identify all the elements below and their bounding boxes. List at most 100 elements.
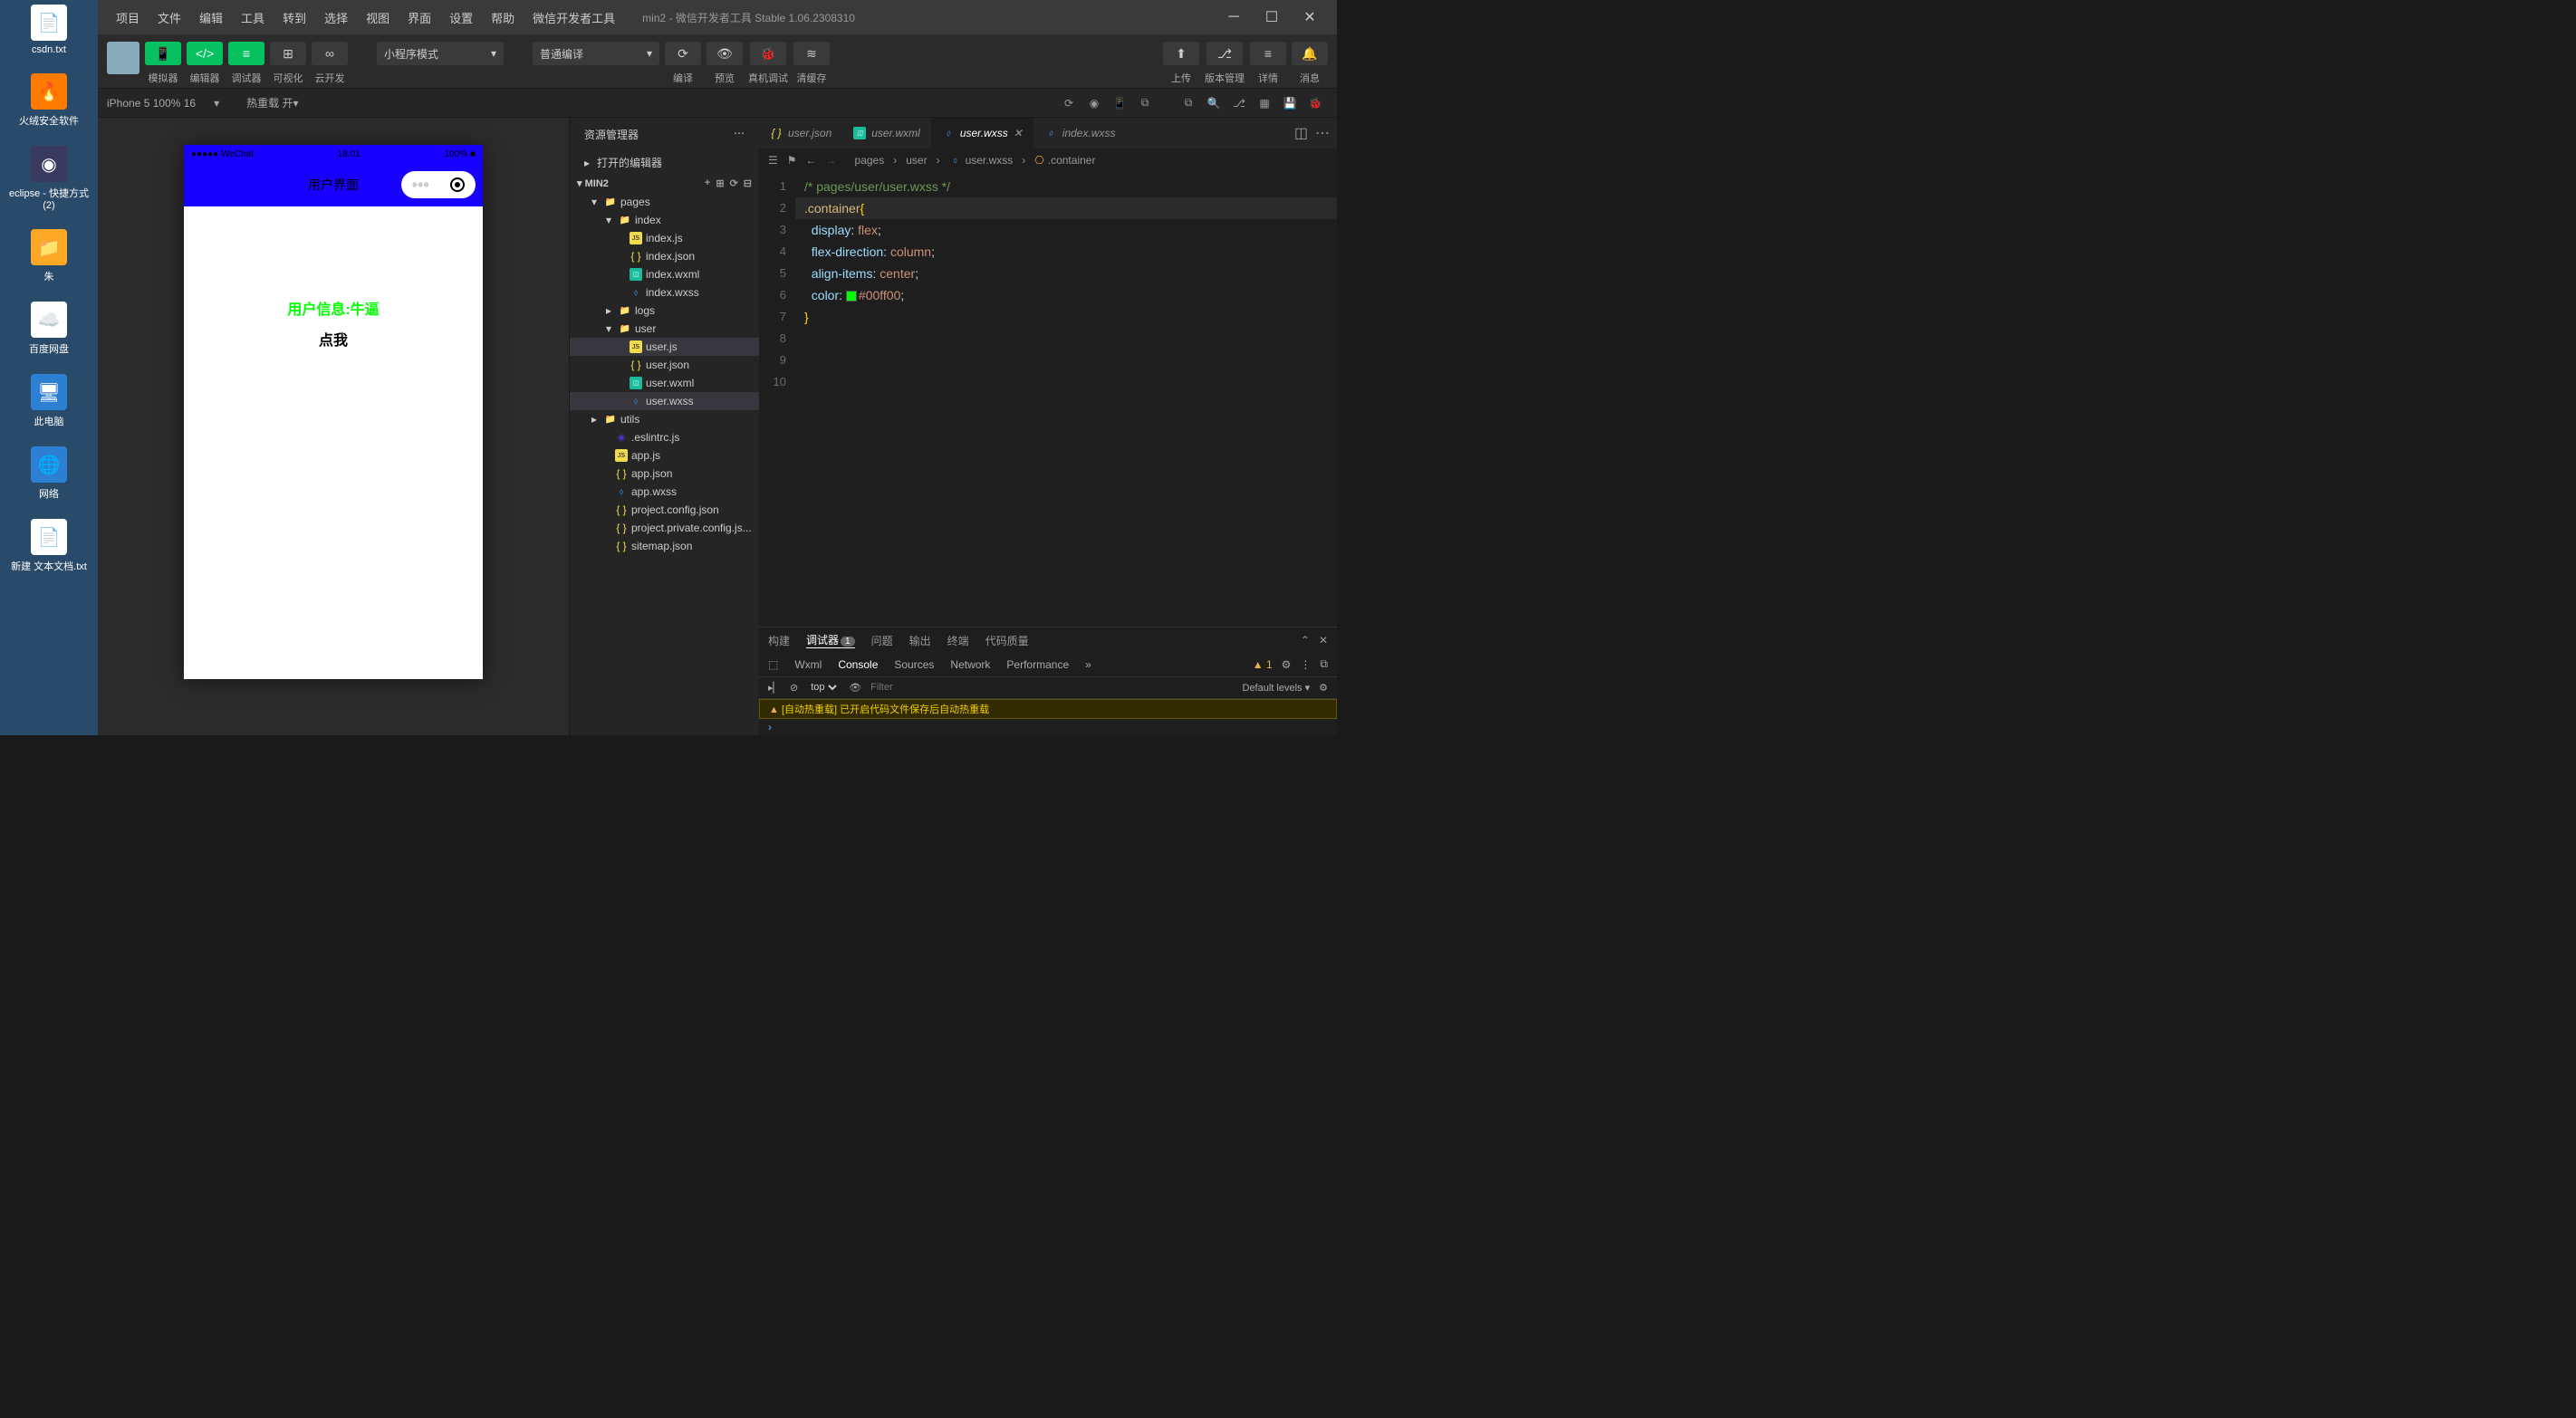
ptab-output[interactable]: 输出 (909, 633, 931, 648)
compile-select[interactable]: 普通编译▾ (533, 42, 659, 65)
desktop-icon-eclipse[interactable]: ◉eclipse - 快捷方式 (2) (0, 146, 98, 211)
menu-file[interactable]: 文件 (149, 9, 190, 26)
refresh-icon[interactable]: ⟳ (1056, 91, 1081, 116)
tab-user-json[interactable]: { }user.json (759, 118, 842, 149)
dtab-network[interactable]: Network (950, 658, 990, 671)
menu-wechat[interactable]: 微信开发者工具 (524, 9, 624, 26)
desktop-icon-zhu[interactable]: 📁朱 (0, 229, 98, 283)
cloud-button[interactable]: ∞云开发 (312, 42, 348, 85)
file-user-wxml[interactable]: ◫user.wxml (570, 374, 759, 392)
phone-icon[interactable]: 📱 (1107, 91, 1132, 116)
user-avatar[interactable] (107, 42, 139, 74)
menu-goto[interactable]: 转到 (274, 9, 315, 26)
desktop-icon-newtxt[interactable]: 📄新建 文本文档.txt (0, 519, 98, 573)
tab-index-wxss[interactable]: ⬨index.wxss (1033, 118, 1127, 149)
file-app-wxss[interactable]: ⬨app.wxss (570, 483, 759, 501)
back-icon[interactable]: ← (806, 154, 817, 167)
code-content[interactable]: /* pages/user/user.wxss */ .container{ d… (795, 172, 1337, 627)
eye-icon[interactable]: 👁 (849, 682, 861, 694)
menu-help[interactable]: 帮助 (482, 9, 524, 26)
tab-user-wxml[interactable]: ◫user.wxml (842, 118, 931, 149)
more-icon[interactable]: ⋯ (1315, 124, 1330, 142)
crumb-user[interactable]: user (906, 154, 927, 167)
open-editors-section[interactable]: ▸ 打开的编辑器 (570, 151, 759, 174)
file-index-json[interactable]: { }index.json (570, 247, 759, 265)
clear-console-icon[interactable]: ⊘ (790, 682, 798, 694)
gear-icon[interactable]: ⚙ (1319, 682, 1328, 694)
dtab-wxml[interactable]: Wxml (794, 658, 822, 671)
dock-icon[interactable]: ⧉ (1320, 657, 1328, 671)
file-index-js[interactable]: JSindex.js (570, 229, 759, 247)
version-button[interactable]: ⎇版本管理 (1205, 42, 1245, 85)
split-icon[interactable]: ◫ (1294, 124, 1308, 142)
mode-select[interactable]: 小程序模式▾ (377, 42, 504, 65)
copy-icon[interactable]: ⧉ (1176, 91, 1201, 116)
dtab-sources[interactable]: Sources (894, 658, 934, 671)
preview-button[interactable]: 👁预览 (706, 42, 743, 85)
file-project-private[interactable]: { }project.private.config.js... (570, 519, 759, 537)
more-icon[interactable]: ⋯ (734, 127, 745, 142)
folder-logs[interactable]: ▸📁logs (570, 302, 759, 320)
file-user-wxss[interactable]: ⬨user.wxss (570, 392, 759, 410)
menu-interface[interactable]: 界面 (399, 9, 440, 26)
menu-tools[interactable]: 工具 (232, 9, 274, 26)
kebab-icon[interactable]: ⋮ (1300, 658, 1311, 671)
menu-edit[interactable]: 编辑 (190, 9, 232, 26)
target-icon[interactable] (450, 177, 465, 192)
phone-capsule[interactable]: ••• (401, 171, 476, 198)
refresh-icon[interactable]: ⟳ (730, 177, 738, 189)
file-user-js[interactable]: JSuser.js (570, 338, 759, 356)
bookmark-icon[interactable]: ⚑ (787, 154, 797, 167)
list-icon[interactable]: ☰ (768, 154, 778, 167)
blocks-icon[interactable]: ▦ (1252, 91, 1277, 116)
collapse-icon[interactable]: ⊟ (744, 177, 752, 189)
file-app-js[interactable]: JSapp.js (570, 446, 759, 465)
branch-icon[interactable]: ⎇ (1226, 91, 1252, 116)
filter-input[interactable] (870, 682, 1233, 693)
folder-user[interactable]: ▾📁user (570, 320, 759, 338)
upload-button[interactable]: ⬆上传 (1163, 42, 1199, 85)
dtab-performance[interactable]: Performance (1006, 658, 1069, 671)
folder-index[interactable]: ▾📁index (570, 211, 759, 229)
levels-dropdown[interactable]: Default levels ▾ (1243, 682, 1311, 694)
desktop-icon-thispc[interactable]: 🖥此电脑 (0, 374, 98, 428)
desktop-icon-csdn[interactable]: 📄csdn.txt (0, 5, 98, 55)
ptab-build[interactable]: 构建 (768, 633, 790, 648)
file-user-json[interactable]: { }user.json (570, 356, 759, 374)
new-file-icon[interactable]: + (705, 177, 710, 189)
inspect-icon[interactable]: ⬚ (768, 658, 778, 671)
file-app-json[interactable]: { }app.json (570, 465, 759, 483)
file-sitemap[interactable]: { }sitemap.json (570, 537, 759, 555)
file-index-wxml[interactable]: ◫index.wxml (570, 265, 759, 283)
window-icon[interactable]: ⧉ (1132, 91, 1158, 116)
crumb-pages[interactable]: pages (855, 154, 885, 167)
menu-select[interactable]: 选择 (315, 9, 357, 26)
console-sidebar-icon[interactable]: ▸▏ (768, 682, 781, 694)
crumb-file[interactable]: ⬨user.wxss (949, 154, 1014, 167)
forward-icon[interactable]: → (826, 154, 837, 167)
console-prompt[interactable]: › (759, 719, 1337, 735)
gear-icon[interactable]: ⚙ (1282, 658, 1292, 671)
hot-reload-toggle[interactable]: 热重载 开 (246, 95, 293, 110)
project-header[interactable]: ▾ MIN2 + ⊞ ⟳ ⊟ (570, 174, 759, 193)
code-editor[interactable]: 12345678910 /* pages/user/user.wxss */ .… (759, 172, 1337, 627)
visualize-toggle[interactable]: ⊞可视化 (270, 42, 306, 85)
stop-icon[interactable]: ◉ (1081, 91, 1107, 116)
close-panel-icon[interactable]: ✕ (1319, 634, 1328, 647)
menu-project[interactable]: 项目 (107, 9, 149, 26)
warning-count[interactable]: ▲ 1 (1253, 658, 1273, 671)
crumb-selector[interactable]: ⎔.container (1034, 154, 1095, 167)
ptab-debugger[interactable]: 调试器1 (806, 632, 855, 648)
dtab-console[interactable]: Console (838, 658, 878, 671)
file-eslintrc[interactable]: ◉.eslintrc.js (570, 428, 759, 446)
color-swatch[interactable] (846, 291, 857, 302)
close-icon[interactable]: ✕ (1014, 127, 1023, 139)
debug-icon[interactable]: 🐞 (1302, 91, 1328, 116)
details-button[interactable]: ≡详情 (1250, 42, 1286, 85)
click-me-button[interactable]: 点我 (319, 328, 348, 350)
ptab-terminal[interactable]: 终端 (947, 633, 969, 648)
context-select[interactable]: top (807, 681, 840, 694)
compile-button[interactable]: ⟳编译 (665, 42, 701, 85)
more-tabs-icon[interactable]: » (1085, 658, 1091, 671)
simulator-toggle[interactable]: 📱模拟器 (145, 42, 181, 85)
